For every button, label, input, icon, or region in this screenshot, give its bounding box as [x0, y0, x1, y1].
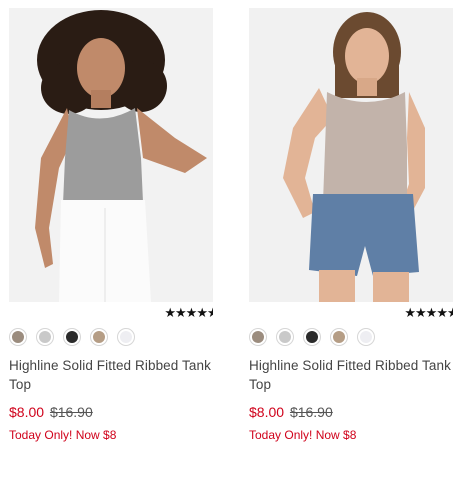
product-card[interactable]: ★★★★★ Highline Solid Fitted Ribbed Tank …	[9, 8, 213, 442]
product-card[interactable]: ★★★★★ Highline Solid Fitted Ribbed Tank …	[249, 8, 453, 442]
color-swatch[interactable]	[330, 328, 348, 346]
color-swatch[interactable]	[303, 328, 321, 346]
product-title[interactable]: Highline Solid Fitted Ribbed Tank Top	[249, 356, 453, 394]
price-block: $8.00 $16.90	[249, 404, 453, 420]
color-swatches	[249, 328, 453, 348]
color-swatch[interactable]	[9, 328, 27, 346]
color-swatch[interactable]	[63, 328, 81, 346]
star-rating: ★★★★★	[404, 305, 453, 320]
original-price: $16.90	[289, 404, 333, 420]
color-swatch[interactable]	[117, 328, 135, 346]
original-price: $16.90	[49, 404, 93, 420]
promo-text: Today Only! Now $8	[249, 428, 357, 442]
rating-row: ★★★★★	[9, 302, 213, 322]
star-rating: ★★★★★	[164, 305, 213, 320]
color-swatches	[9, 328, 213, 348]
sale-price: $8.00	[9, 404, 45, 420]
color-swatch[interactable]	[36, 328, 54, 346]
product-title[interactable]: Highline Solid Fitted Ribbed Tank Top	[9, 356, 213, 394]
product-image[interactable]	[249, 8, 453, 302]
color-swatch[interactable]	[276, 328, 294, 346]
rating-row: ★★★★★	[249, 302, 453, 322]
product-image[interactable]	[9, 8, 213, 302]
sale-price: $8.00	[249, 404, 285, 420]
color-swatch[interactable]	[249, 328, 267, 346]
price-block: $8.00 $16.90	[9, 404, 213, 420]
color-swatch[interactable]	[357, 328, 375, 346]
color-swatch[interactable]	[90, 328, 108, 346]
promo-text: Today Only! Now $8	[9, 428, 117, 442]
